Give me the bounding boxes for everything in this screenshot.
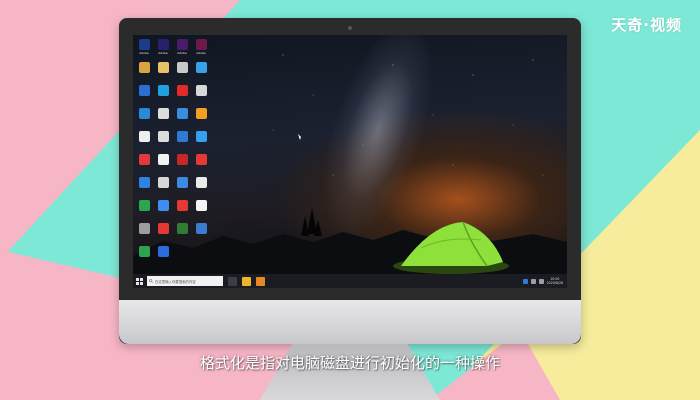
tray-app-icon[interactable]	[522, 278, 528, 284]
app-icon	[157, 154, 169, 165]
glowing-tent	[393, 221, 509, 274]
desktop-icon[interactable]	[134, 244, 154, 274]
taskbar-search-input[interactable]: 在这里输入你要搜索的内容	[147, 276, 223, 286]
desktop-icon-label: Adobe	[139, 51, 149, 55]
app-icon	[176, 131, 188, 142]
camera-icon	[348, 26, 352, 30]
app-icon	[176, 62, 188, 73]
start-button[interactable]	[133, 274, 145, 288]
search-icon	[149, 279, 153, 283]
mouse-cursor-icon	[298, 134, 301, 140]
app-icon	[138, 177, 150, 188]
app-icon	[176, 39, 188, 50]
app-icon	[138, 131, 150, 142]
watermark-logo: 天奇·视频	[611, 16, 682, 34]
pinned-app-icon[interactable]	[256, 276, 265, 286]
app-icon	[195, 154, 207, 165]
task-view-icon[interactable]	[228, 276, 237, 286]
monitor-chin	[119, 300, 581, 344]
desktop-icon[interactable]	[191, 221, 211, 251]
app-icon	[157, 131, 169, 142]
desktop-icon-label: Adobe	[177, 51, 187, 55]
app-icon	[195, 62, 207, 73]
app-icon	[195, 39, 207, 50]
app-icon	[157, 39, 169, 50]
app-icon	[195, 108, 207, 119]
desktop-icon[interactable]	[153, 244, 173, 274]
search-placeholder: 在这里输入你要搜索的内容	[155, 279, 196, 284]
app-icon	[138, 62, 150, 73]
desktop-screen: Adobe Adobe Adobe Adobe 在这里输入你要搜索的内容 10:00 …	[133, 35, 567, 288]
app-icon	[176, 223, 188, 234]
app-icon	[138, 154, 150, 165]
app-icon	[138, 85, 150, 96]
volume-icon[interactable]	[538, 278, 544, 284]
app-icon	[138, 200, 150, 211]
app-icon	[195, 131, 207, 142]
desktop-icon[interactable]	[172, 221, 192, 251]
app-icon	[176, 200, 188, 211]
file-explorer-icon[interactable]	[242, 276, 251, 286]
desktop-icon-label: Adobe	[158, 51, 168, 55]
app-icon	[157, 223, 169, 234]
windows-icon	[135, 277, 143, 285]
app-icon	[138, 223, 150, 234]
system-tray: 10:00 2020/6/28	[522, 277, 567, 285]
app-icon	[138, 246, 150, 257]
video-caption: 格式化是指对电脑磁盘进行初始化的一种操作	[199, 354, 500, 372]
taskbar-clock[interactable]: 10:00 2020/6/28	[547, 277, 563, 285]
app-icon	[195, 223, 207, 234]
app-icon	[176, 154, 188, 165]
app-icon	[138, 108, 150, 119]
app-icon	[195, 177, 207, 188]
app-icon	[138, 39, 150, 50]
app-icon	[176, 177, 188, 188]
app-icon	[157, 85, 169, 96]
network-icon[interactable]	[530, 278, 536, 284]
app-icon	[195, 200, 207, 211]
app-icon	[157, 108, 169, 119]
app-icon	[195, 85, 207, 96]
app-icon	[157, 177, 169, 188]
app-icon	[157, 200, 169, 211]
app-icon	[176, 85, 188, 96]
clock-date: 2020/6/28	[546, 281, 563, 285]
desktop-icon-label: Adobe	[196, 51, 206, 55]
app-icon	[157, 246, 169, 257]
app-icon	[176, 108, 188, 119]
taskbar: 在这里输入你要搜索的内容 10:00 2020/6/28	[133, 274, 567, 288]
desktop-icon-grid: Adobe Adobe Adobe Adobe	[133, 35, 243, 275]
app-icon	[157, 62, 169, 73]
